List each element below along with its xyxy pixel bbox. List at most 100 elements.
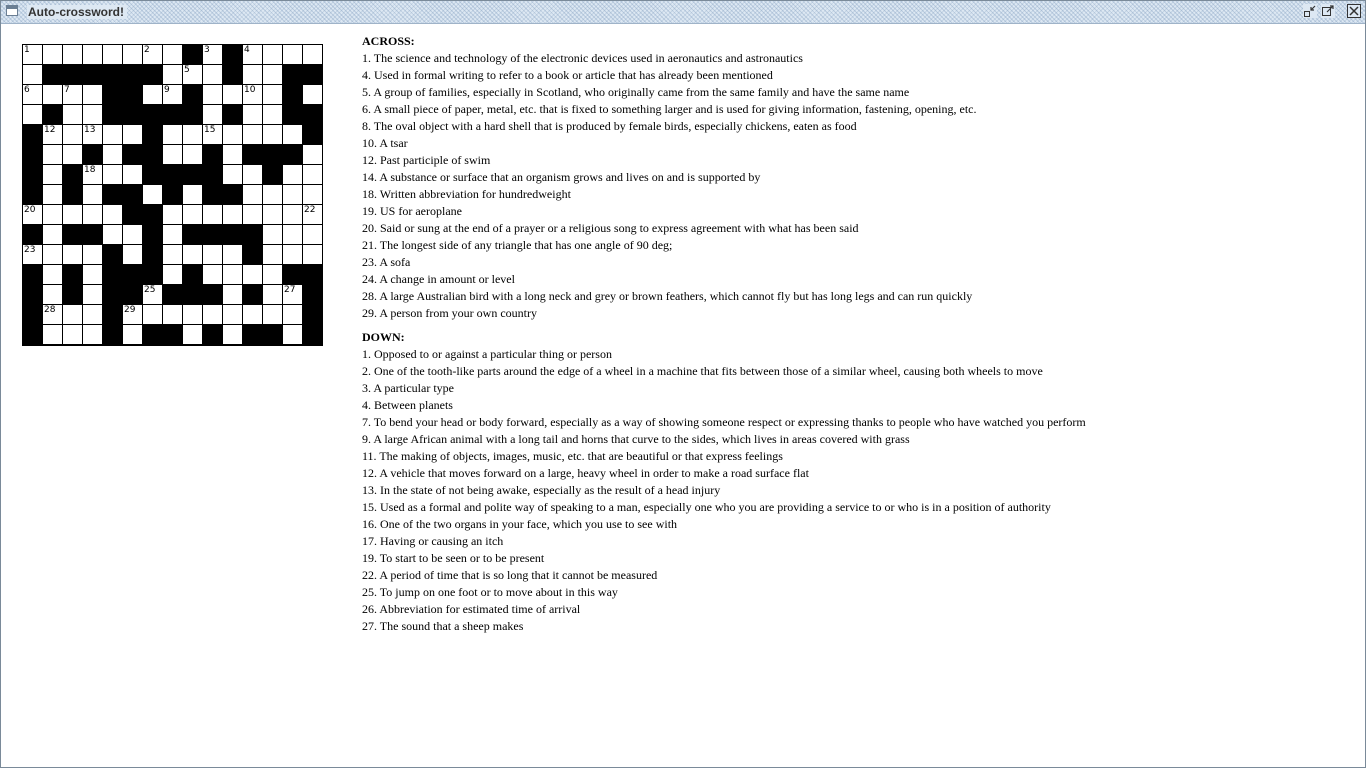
grid-cell[interactable] [163, 205, 182, 224]
grid-cell[interactable] [183, 145, 202, 164]
grid-cell[interactable] [163, 265, 182, 284]
grid-cell[interactable] [263, 285, 282, 304]
grid-cell[interactable] [43, 205, 62, 224]
grid-cell[interactable] [43, 165, 62, 184]
grid-cell[interactable] [123, 165, 142, 184]
grid-cell[interactable] [123, 245, 142, 264]
close-button[interactable] [1347, 4, 1361, 18]
grid-cell[interactable] [123, 45, 142, 64]
grid-cell[interactable] [203, 305, 222, 324]
grid-cell[interactable] [103, 125, 122, 144]
grid-cell[interactable] [243, 305, 262, 324]
grid-cell[interactable] [163, 125, 182, 144]
grid-cell[interactable] [123, 325, 142, 344]
restore-button[interactable] [1321, 4, 1335, 18]
grid-cell[interactable] [243, 165, 262, 184]
grid-cell[interactable] [43, 45, 62, 64]
grid-cell[interactable] [143, 185, 162, 204]
grid-cell[interactable] [63, 45, 82, 64]
grid-cell[interactable]: 13 [83, 125, 102, 144]
grid-cell[interactable] [23, 65, 42, 84]
grid-cell[interactable] [123, 125, 142, 144]
grid-cell[interactable] [63, 205, 82, 224]
grid-cell[interactable] [83, 325, 102, 344]
grid-cell[interactable] [223, 325, 242, 344]
grid-cell[interactable] [303, 225, 322, 244]
grid-cell[interactable] [263, 265, 282, 284]
grid-cell[interactable] [103, 145, 122, 164]
grid-cell[interactable]: 5 [183, 65, 202, 84]
grid-cell[interactable] [243, 65, 262, 84]
grid-cell[interactable] [303, 185, 322, 204]
grid-cell[interactable] [83, 285, 102, 304]
grid-cell[interactable] [103, 225, 122, 244]
grid-cell[interactable] [163, 245, 182, 264]
grid-cell[interactable] [263, 65, 282, 84]
grid-cell[interactable]: 12 [43, 125, 62, 144]
grid-cell[interactable] [303, 245, 322, 264]
grid-cell[interactable] [43, 185, 62, 204]
grid-cell[interactable] [83, 265, 102, 284]
grid-cell[interactable]: 15 [203, 125, 222, 144]
grid-cell[interactable] [163, 45, 182, 64]
crossword-grid[interactable]: 1 2 3 4 5 6 7 9 10 12 13 15 18 20 22 23 25 27 28 29 [22, 44, 323, 346]
grid-cell[interactable] [83, 185, 102, 204]
grid-cell[interactable]: 2 [143, 45, 162, 64]
grid-cell[interactable] [283, 125, 302, 144]
grid-cell[interactable] [263, 185, 282, 204]
grid-cell[interactable] [83, 305, 102, 324]
grid-cell[interactable] [103, 45, 122, 64]
grid-cell[interactable] [283, 165, 302, 184]
grid-cell[interactable] [183, 245, 202, 264]
grid-cell[interactable] [223, 125, 242, 144]
grid-cell[interactable]: 7 [63, 85, 82, 104]
grid-cell[interactable] [303, 45, 322, 64]
grid-cell[interactable] [283, 185, 302, 204]
grid-cell[interactable] [183, 325, 202, 344]
grid-cell[interactable]: 28 [43, 305, 62, 324]
grid-cell[interactable]: 25 [143, 285, 162, 304]
grid-cell[interactable] [83, 105, 102, 124]
grid-cell[interactable] [243, 205, 262, 224]
grid-cell[interactable] [303, 145, 322, 164]
grid-cell[interactable]: 10 [243, 85, 262, 104]
grid-cell[interactable]: 6 [23, 85, 42, 104]
grid-cell[interactable] [43, 325, 62, 344]
grid-cell[interactable] [223, 265, 242, 284]
grid-cell[interactable] [223, 145, 242, 164]
grid-cell[interactable] [223, 205, 242, 224]
grid-cell[interactable] [183, 305, 202, 324]
grid-cell[interactable] [183, 125, 202, 144]
grid-cell[interactable] [243, 125, 262, 144]
grid-cell[interactable] [203, 245, 222, 264]
grid-cell[interactable] [263, 245, 282, 264]
grid-cell[interactable] [223, 245, 242, 264]
grid-cell[interactable] [243, 265, 262, 284]
grid-cell[interactable] [83, 85, 102, 104]
grid-cell[interactable] [303, 165, 322, 184]
grid-cell[interactable] [103, 205, 122, 224]
grid-cell[interactable] [183, 205, 202, 224]
grid-cell[interactable] [63, 145, 82, 164]
grid-cell[interactable]: 4 [243, 45, 262, 64]
grid-cell[interactable] [283, 225, 302, 244]
grid-cell[interactable] [163, 145, 182, 164]
grid-cell[interactable]: 22 [303, 205, 322, 224]
grid-cell[interactable]: 20 [23, 205, 42, 224]
grid-cell[interactable] [83, 45, 102, 64]
grid-cell[interactable] [223, 85, 242, 104]
grid-cell[interactable] [243, 185, 262, 204]
grid-cell[interactable]: 29 [123, 305, 142, 324]
grid-cell[interactable] [283, 325, 302, 344]
grid-cell[interactable] [63, 325, 82, 344]
grid-cell[interactable] [43, 225, 62, 244]
grid-cell[interactable] [23, 105, 42, 124]
grid-cell[interactable] [143, 305, 162, 324]
grid-cell[interactable] [83, 205, 102, 224]
grid-cell[interactable] [283, 205, 302, 224]
grid-cell[interactable]: 1 [23, 45, 42, 64]
grid-cell[interactable] [203, 85, 222, 104]
grid-cell[interactable] [223, 165, 242, 184]
grid-cell[interactable] [163, 225, 182, 244]
grid-cell[interactable] [103, 165, 122, 184]
